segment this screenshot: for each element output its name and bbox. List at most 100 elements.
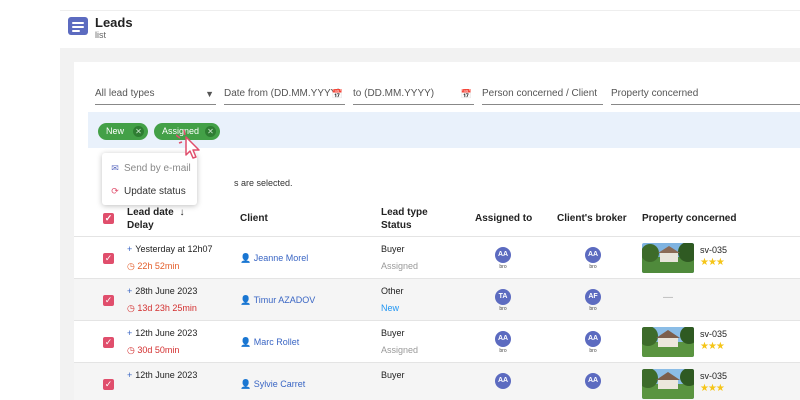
col-lead-date-label: Lead date xyxy=(127,207,174,218)
property-photo[interactable] xyxy=(642,327,694,357)
lead-delay-text: 13d 23h 25min xyxy=(137,303,197,313)
property-ref: sv-035 xyxy=(700,371,728,381)
refresh-icon: ⟳ xyxy=(111,186,119,196)
row-checkbox[interactable]: ✓ xyxy=(103,253,114,264)
lead-delay-text: 30d 50min xyxy=(137,345,180,355)
person-icon: 👤 xyxy=(240,253,252,263)
lead-date-text: 28th June 2023 xyxy=(135,286,198,296)
avatar-sub: bro xyxy=(589,348,597,354)
lead-date-text: 12th June 2023 xyxy=(135,370,198,380)
page-title: Leads xyxy=(95,15,133,30)
menu-item-update-status[interactable]: ⟳ Update status xyxy=(110,186,186,197)
client-link[interactable]: 👤 Marc Rollet xyxy=(240,337,299,348)
lead-type-select[interactable]: All lead types ▼ xyxy=(95,87,216,105)
col-lead-date[interactable]: Lead date ↓ Delay xyxy=(127,206,184,232)
table-row[interactable]: ✓ + Yesterday at 12h07 ◷ 22h 52min 👤 Jean… xyxy=(74,236,800,278)
property-photo[interactable] xyxy=(642,243,694,273)
date-from-placeholder: Date from (DD.MM.YYYY) xyxy=(224,88,341,99)
calendar-icon[interactable]: 📅 xyxy=(332,87,343,101)
page-header: Leads list xyxy=(60,0,800,48)
lead-type: Buyer xyxy=(381,328,405,338)
mail-icon: ✉ xyxy=(111,163,119,173)
avatar[interactable]: TA xyxy=(495,289,511,305)
avatar[interactable]: AA xyxy=(495,373,511,389)
clock-icon: ◷ xyxy=(127,303,135,313)
avatar[interactable]: AA xyxy=(585,373,601,389)
lead-date: +12th June 2023 xyxy=(127,328,197,338)
person-concerned-field[interactable]: Person concerned / Client xyxy=(482,87,603,105)
table-row[interactable]: ✓ +12th June 2023 👤 Sylvie Carret Buyer … xyxy=(74,362,800,400)
plus-icon: + xyxy=(127,244,133,254)
avatar-sub: bro xyxy=(499,264,507,270)
calendar-icon[interactable]: 📅 xyxy=(461,87,472,101)
lead-date: +12th June 2023 xyxy=(127,370,197,380)
chip-new[interactable]: New ✕ xyxy=(98,123,148,140)
star-rating: ★★★ xyxy=(700,341,725,352)
date-to-field[interactable]: to (DD.MM.YYYY) 📅 xyxy=(353,87,474,105)
menu-item-label: Update status xyxy=(124,186,186,197)
col-clients-broker[interactable]: Client's broker xyxy=(557,212,627,225)
selection-info: s are selected. xyxy=(234,178,293,188)
row-checkbox[interactable]: ✓ xyxy=(103,379,114,390)
avatar[interactable]: AA xyxy=(495,247,511,263)
empty-property: — xyxy=(663,292,673,303)
date-from-field[interactable]: Date from (DD.MM.YYYY) 📅 xyxy=(224,87,345,105)
lead-date: + Yesterday at 12h07 xyxy=(127,244,213,254)
lead-status: New xyxy=(381,303,400,313)
row-checkbox[interactable]: ✓ xyxy=(103,295,114,306)
property-concerned-placeholder: Property concerned xyxy=(611,88,699,99)
clock-icon: ◷ xyxy=(127,345,135,355)
lead-type: Other xyxy=(381,286,404,296)
plus-icon: + xyxy=(127,286,133,296)
client-link[interactable]: 👤 Timur AZADOV xyxy=(240,295,315,306)
lead-type: Buyer xyxy=(381,370,405,380)
col-property-concerned[interactable]: Property concerned xyxy=(642,212,736,225)
person-icon: 👤 xyxy=(240,295,252,305)
property-ref: sv-035 xyxy=(700,329,728,339)
lead-delay-text: 22h 52min xyxy=(137,261,180,271)
avatar-sub: bro xyxy=(589,264,597,270)
star-rating: ★★★ xyxy=(700,257,725,268)
page-subtitle: list xyxy=(95,30,106,40)
avatar-sub: bro xyxy=(499,348,507,354)
leads-card: All lead types ▼ Date from (DD.MM.YYYY) … xyxy=(74,62,800,400)
list-icon xyxy=(68,17,88,35)
avatar[interactable]: AF xyxy=(585,289,601,305)
lead-date-text: Yesterday at 12h07 xyxy=(135,244,213,254)
col-lead-type-label: Lead type xyxy=(381,207,428,218)
lead-delay: ◷ 13d 23h 25min xyxy=(127,303,197,314)
person-icon: 👤 xyxy=(240,379,252,389)
select-all-checkbox[interactable]: ✓ xyxy=(103,213,114,224)
row-checkbox[interactable]: ✓ xyxy=(103,337,114,348)
avatar[interactable]: AA xyxy=(495,331,511,347)
client-name: Sylvie Carret xyxy=(253,379,306,389)
avatar-sub: bro xyxy=(589,306,597,312)
avatar[interactable]: AA xyxy=(585,331,601,347)
client-name: Jeanne Morel xyxy=(253,253,309,263)
app-window: Leads list All lead types ▼ Date from (D… xyxy=(60,0,800,400)
lead-type-value: All lead types xyxy=(95,88,155,99)
col-lead-type[interactable]: Lead type Status xyxy=(381,206,428,232)
lead-status: Assigned xyxy=(381,345,419,355)
col-client[interactable]: Client xyxy=(240,212,268,225)
client-link[interactable]: 👤 Sylvie Carret xyxy=(240,379,305,390)
col-assigned-to[interactable]: Assigned to xyxy=(475,212,532,225)
pointer-cursor-icon xyxy=(175,129,208,165)
sort-arrow-icon[interactable]: ↓ xyxy=(179,207,184,218)
client-link[interactable]: 👤 Jeanne Morel xyxy=(240,253,308,264)
close-icon[interactable]: ✕ xyxy=(133,126,144,137)
lead-status: Assigned xyxy=(381,261,419,271)
lead-delay: ◷ 30d 50min xyxy=(127,345,179,356)
header-divider xyxy=(60,10,800,11)
property-concerned-field[interactable]: Property concerned xyxy=(611,87,800,105)
lead-type: Buyer xyxy=(381,244,405,254)
star-rating: ★★★ xyxy=(700,383,725,394)
property-ref: sv-035 xyxy=(700,245,728,255)
table-row[interactable]: ✓ +28th June 2023 ◷ 13d 23h 25min 👤 Timu… xyxy=(74,278,800,320)
avatar[interactable]: AA xyxy=(585,247,601,263)
lead-delay: ◷ 22h 52min xyxy=(127,261,179,272)
property-photo[interactable] xyxy=(642,369,694,399)
col-delay-label: Delay xyxy=(127,220,154,231)
col-status-label: Status xyxy=(381,220,412,231)
table-row[interactable]: ✓ +12th June 2023 ◷ 30d 50min 👤 Marc Rol… xyxy=(74,320,800,362)
